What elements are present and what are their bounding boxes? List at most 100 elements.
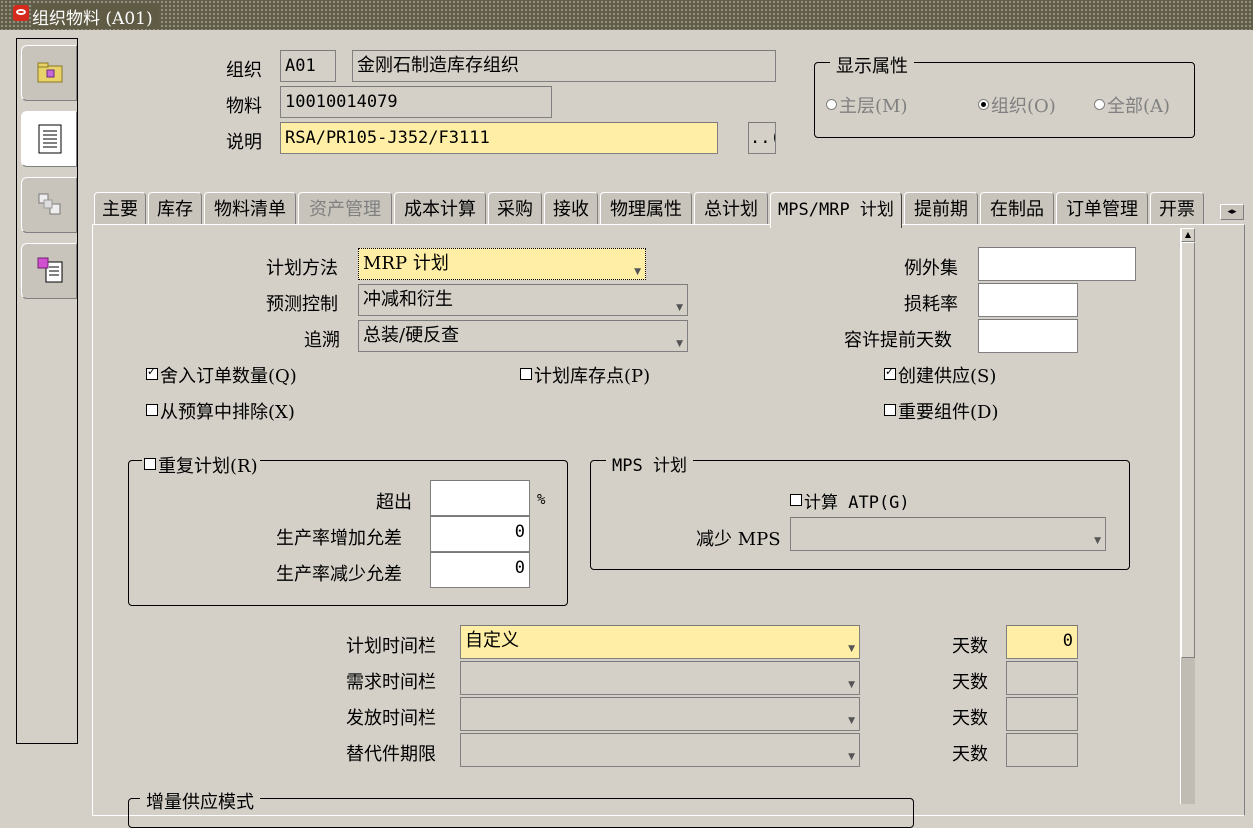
substitution-window-select[interactable]: ▼ — [460, 733, 860, 767]
checkbox-icon — [146, 404, 158, 416]
chevron-down-icon: ▼ — [1094, 536, 1101, 546]
radio-dot-icon — [978, 99, 989, 110]
org-name-field[interactable]: 金刚石制造库存组织 — [352, 50, 776, 82]
chevron-down-icon: ▼ — [848, 716, 855, 726]
mps-planning-title: MPS 计划 — [606, 451, 693, 476]
forecast-control-label: 预测控制 — [266, 294, 338, 315]
chevron-down-icon: ▼ — [848, 752, 855, 762]
radio-org[interactable]: 组织(O) — [978, 92, 1056, 118]
pegging-select[interactable]: 总装/硬反查 ▼ — [358, 320, 688, 352]
tab-bom[interactable]: 物料清单 — [204, 192, 296, 226]
overrun-label: 超出 — [376, 492, 412, 513]
rate-increase-field[interactable]: 0 — [430, 516, 530, 552]
more-button[interactable]: ..( — [748, 122, 776, 154]
tab-wip[interactable]: 在制品 — [980, 192, 1054, 226]
forecast-control-value: 冲减和衍生 — [363, 289, 453, 310]
document-list-icon — [38, 124, 62, 154]
radio-org-label: 组织(O) — [991, 96, 1056, 117]
left-toolbar — [16, 38, 78, 744]
tab-asset-management[interactable]: 资产管理 — [298, 192, 392, 226]
chevron-down-icon: ▼ — [634, 267, 641, 277]
tab-main[interactable]: 主要 — [94, 192, 146, 226]
tab-invoicing[interactable]: 开票 — [1150, 192, 1204, 226]
item-list-icon — [37, 257, 63, 283]
planned-inventory-point-label: 计划库存点(P) — [534, 366, 651, 387]
folder-button[interactable] — [21, 45, 77, 101]
checkbox-icon — [884, 365, 896, 380]
tab-order-management[interactable]: 订单管理 — [1056, 192, 1148, 226]
forecast-control-select[interactable]: 冲减和衍生 ▼ — [358, 284, 688, 316]
critical-component-label: 重要组件(D) — [898, 402, 999, 423]
tab-purchasing[interactable]: 采购 — [488, 192, 542, 226]
release-fence-days-field[interactable] — [1006, 697, 1078, 731]
plan-method-value: MRP 计划 — [363, 253, 449, 274]
planned-inventory-point-checkbox[interactable]: 计划库存点(P) — [520, 362, 650, 388]
radio-master[interactable]: 主层(M) — [826, 92, 907, 118]
tab-receiving[interactable]: 接收 — [544, 192, 598, 226]
tab-lead-times[interactable]: 提前期 — [904, 192, 978, 226]
repetitive-planning-checkbox[interactable]: 重复计划(R) — [142, 452, 260, 478]
tab-physical-attributes[interactable]: 物理属性 — [600, 192, 692, 226]
tab-inventory[interactable]: 库存 — [148, 192, 202, 226]
chevron-down-icon: ▼ — [848, 680, 855, 690]
document-button[interactable] — [21, 111, 77, 167]
planning-fence-days-field[interactable]: 0 — [1006, 625, 1078, 659]
incremental-supply-title: 增量供应模式 — [140, 788, 260, 814]
acceptable-early-days-field[interactable] — [978, 319, 1078, 353]
planning-fence-days-label: 天数 — [952, 636, 988, 657]
scroll-thumb[interactable] — [1181, 242, 1195, 658]
vertical-scrollbar[interactable]: ▲ — [1180, 228, 1195, 804]
plan-method-select[interactable]: MRP 计划 ▼ — [358, 248, 646, 280]
categories-button[interactable] — [21, 177, 77, 233]
create-supply-checkbox[interactable]: 创建供应(S) — [884, 362, 996, 388]
shrinkage-label: 损耗率 — [904, 294, 958, 315]
calculate-atp-checkbox[interactable]: 计算 ATP(G) — [790, 488, 910, 513]
checkbox-icon — [146, 365, 158, 380]
create-supply-label: 创建供应(S) — [898, 366, 997, 387]
scroll-up-icon[interactable]: ▲ — [1181, 228, 1195, 242]
window-title-bar: 组织物料 (A01) — [0, 0, 1253, 30]
shrinkage-field[interactable] — [978, 283, 1078, 317]
item-label: 物料 — [226, 96, 262, 117]
radio-all-label: 全部(A) — [1107, 96, 1171, 117]
overrun-field[interactable] — [430, 480, 530, 516]
radio-all[interactable]: 全部(A) — [1094, 92, 1170, 118]
org-code-field[interactable]: A01 — [280, 50, 336, 82]
tab-mps-mrp-planning[interactable]: MPS/MRP 计划 — [770, 192, 902, 228]
tab-scroll-button[interactable]: ◂▸ — [1220, 204, 1244, 220]
pegging-label: 追溯 — [304, 330, 340, 351]
substitution-window-label: 替代件期限 — [346, 744, 436, 765]
pegging-value: 总装/硬反查 — [363, 325, 460, 346]
demand-fence-days-field[interactable] — [1006, 661, 1078, 695]
rate-increase-label: 生产率增加允差 — [276, 528, 402, 549]
demand-fence-days-label: 天数 — [952, 672, 988, 693]
radio-master-label: 主层(M) — [839, 96, 908, 117]
checkbox-icon — [884, 404, 896, 416]
item-list-button[interactable] — [21, 243, 77, 299]
description-field[interactable]: RSA/PR105-J352/F3111 — [280, 122, 718, 154]
planning-fence-select[interactable]: 自定义 ▼ — [460, 625, 860, 659]
demand-fence-label: 需求时间栏 — [346, 672, 436, 693]
cubes-icon — [38, 193, 61, 215]
demand-fence-select[interactable]: ▼ — [460, 661, 860, 695]
tab-general-planning[interactable]: 总计划 — [694, 192, 768, 226]
critical-component-checkbox[interactable]: 重要组件(D) — [884, 398, 998, 424]
display-attrs-title: 显示属性 — [830, 52, 914, 78]
chevron-down-icon: ▼ — [848, 644, 855, 654]
checkbox-icon — [520, 368, 532, 380]
release-fence-select[interactable]: ▼ — [460, 697, 860, 731]
oracle-logo-icon — [13, 5, 29, 21]
chevron-down-icon: ▼ — [676, 303, 683, 313]
org-label: 组织 — [226, 60, 262, 81]
reduce-mps-select[interactable]: ▼ — [790, 517, 1106, 551]
rate-decrease-field[interactable]: 0 — [430, 552, 530, 588]
round-order-qty-checkbox[interactable]: 舍入订单数量(Q) — [146, 362, 297, 388]
substitution-window-days-field[interactable] — [1006, 733, 1078, 767]
plan-method-label: 计划方法 — [266, 258, 338, 279]
exception-set-field[interactable] — [978, 247, 1136, 281]
tab-costing[interactable]: 成本计算 — [394, 192, 486, 226]
item-field[interactable]: 10010014079 — [280, 86, 552, 118]
checkbox-icon — [790, 494, 802, 506]
exclude-from-budget-checkbox[interactable]: 从预算中排除(X) — [146, 398, 295, 424]
exclude-from-budget-label: 从预算中排除(X) — [160, 402, 295, 423]
